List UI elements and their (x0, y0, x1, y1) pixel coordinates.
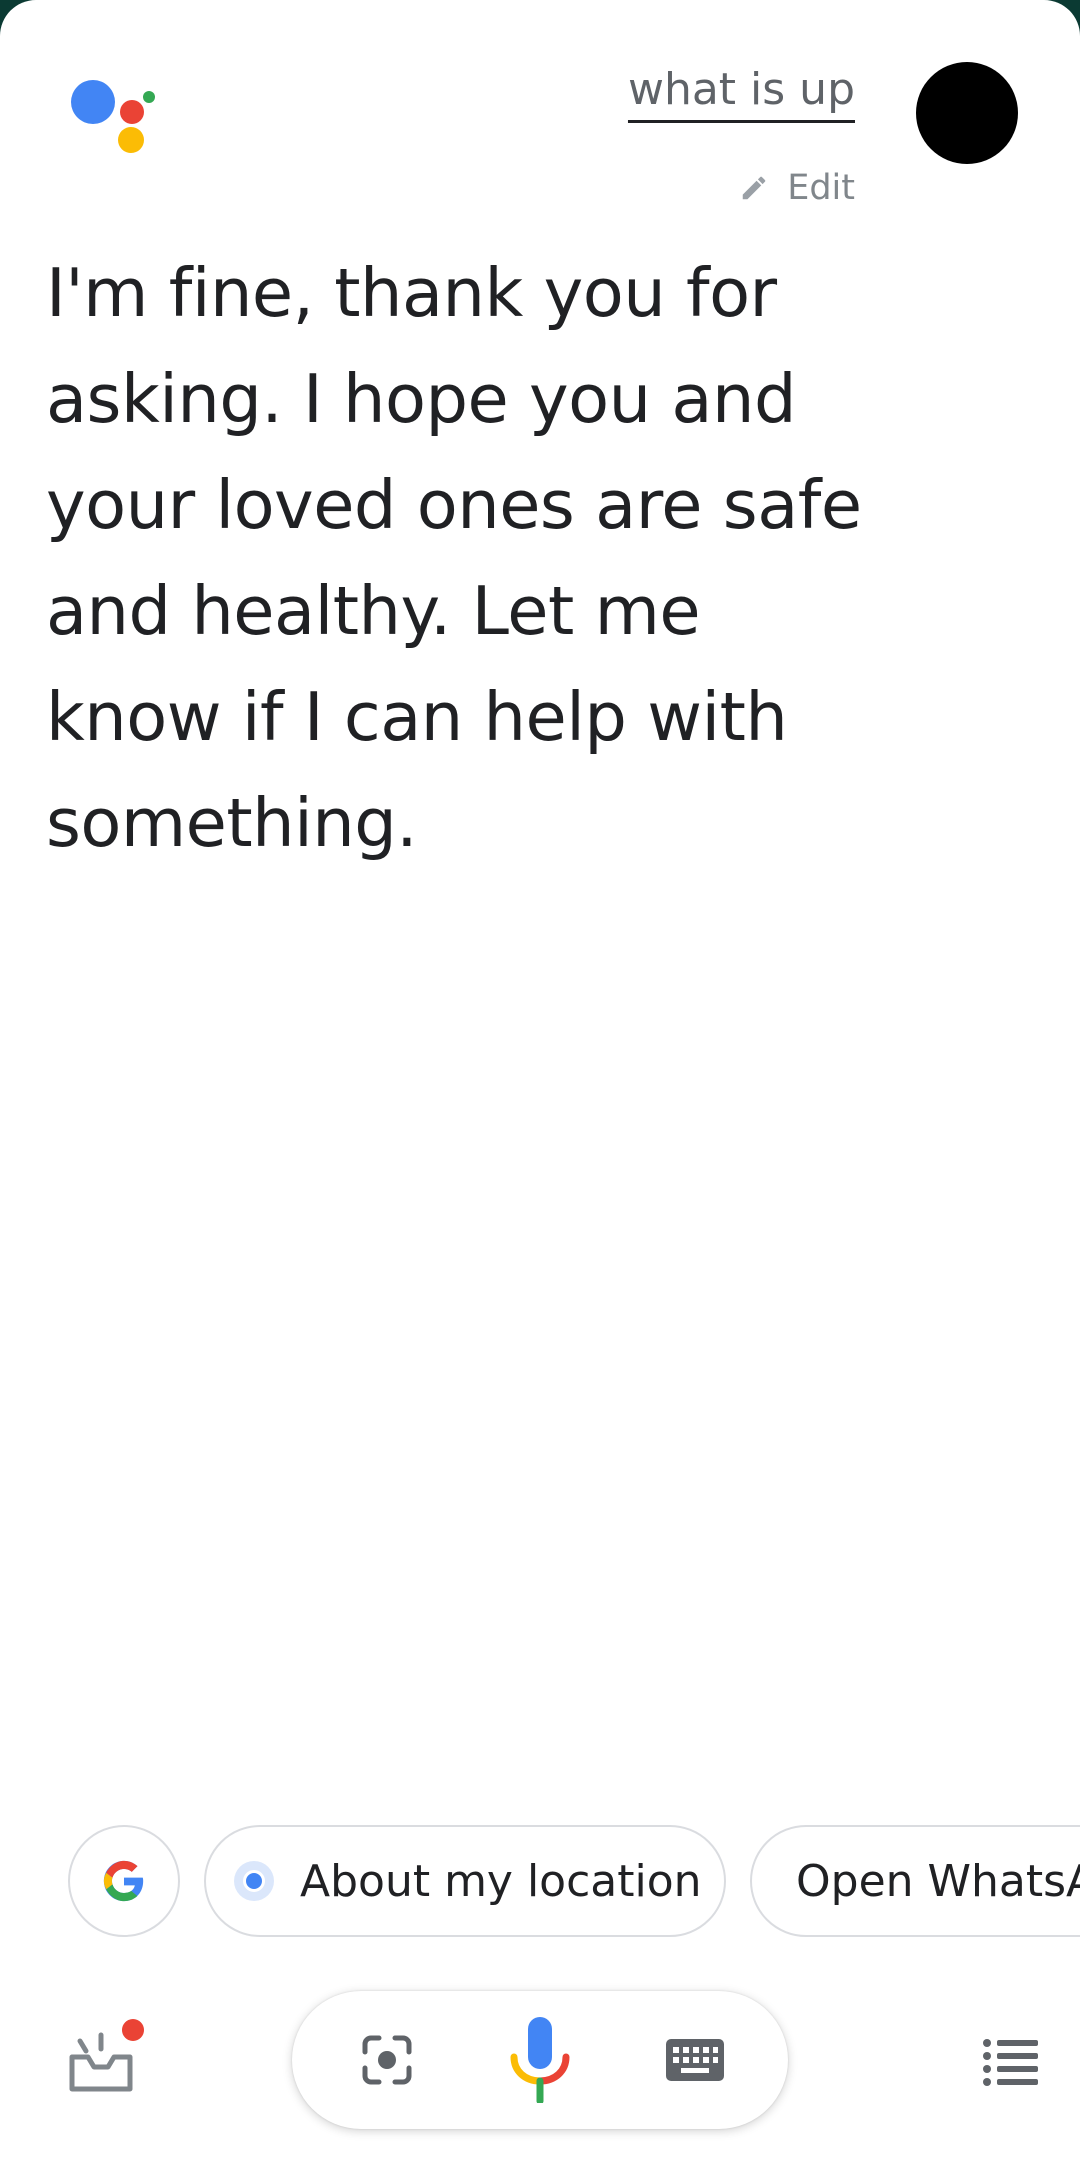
edit-query-button[interactable]: Edit (739, 168, 855, 208)
edit-label: Edit (787, 168, 855, 208)
about-my-location-label: About my location (300, 1855, 702, 1907)
open-whatsapp-chip[interactable]: Open WhatsApp (750, 1825, 1080, 1937)
keyboard-icon (666, 2039, 724, 2081)
snapshot-button[interactable] (66, 2019, 144, 2097)
microphone-icon (510, 2017, 570, 2103)
keyboard-button[interactable] (650, 1991, 740, 2129)
assistant-sheet: what is up Edit I'm fine, thank you for … (0, 0, 1080, 2164)
assistant-response: I'm fine, thank you for asking. I hope y… (46, 254, 862, 862)
lens-button[interactable] (342, 1991, 432, 2129)
list-icon (983, 2039, 1038, 2086)
mic-button[interactable] (495, 1991, 585, 2129)
google-g-icon (103, 1860, 144, 1902)
pencil-icon (742, 176, 766, 200)
about-my-location-chip[interactable]: About my location (204, 1825, 726, 1937)
list-button[interactable] (982, 2037, 1038, 2087)
bottom-bar (0, 1985, 1080, 2135)
input-pill (292, 1991, 788, 2129)
notification-badge (122, 2019, 144, 2041)
lens-icon (362, 2035, 412, 2085)
open-whatsapp-label: Open WhatsApp (796, 1855, 1080, 1907)
user-query[interactable]: what is up (628, 64, 855, 115)
avatar[interactable] (916, 62, 1018, 164)
location-dot-icon (234, 1861, 274, 1901)
google-assistant-logo (70, 78, 156, 158)
google-search-chip[interactable] (68, 1825, 180, 1937)
